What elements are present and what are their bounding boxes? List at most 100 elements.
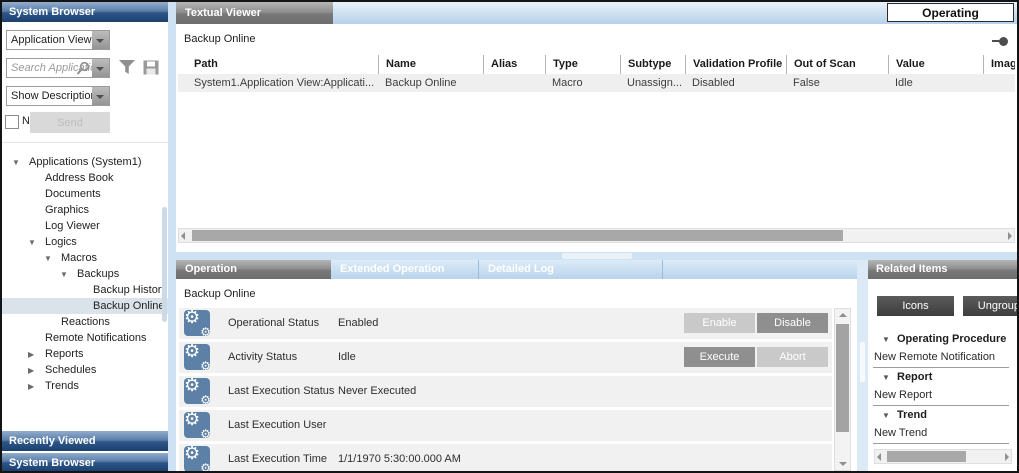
scrollbar-thumb[interactable] bbox=[192, 230, 843, 241]
description-selector-value: Show Description bbox=[7, 87, 92, 105]
send-button: Send bbox=[30, 112, 110, 133]
cell-type: Macro bbox=[545, 74, 620, 92]
tree-item-address-book[interactable]: Address Book bbox=[2, 170, 168, 186]
cell-alias bbox=[483, 74, 545, 92]
tree-item-reactions[interactable]: Reactions bbox=[2, 314, 168, 330]
chevron-down-icon[interactable] bbox=[92, 31, 109, 49]
chevron-down-icon[interactable]: ▼ bbox=[873, 330, 897, 349]
chevron-down-icon[interactable]: ▼ bbox=[60, 266, 77, 282]
recently-viewed-bar[interactable]: Recently Viewed bbox=[2, 431, 168, 451]
related-group-trend[interactable]: ▼Trend bbox=[873, 406, 1009, 425]
tab-operation[interactable]: Operation bbox=[176, 260, 331, 279]
save-icon[interactable] bbox=[143, 60, 160, 78]
gears-icon: ⚙⚙ bbox=[184, 412, 210, 438]
property-label: Operational Status bbox=[228, 308, 319, 339]
scroll-right-icon[interactable] bbox=[1008, 232, 1012, 240]
horizontal-scrollbar[interactable] bbox=[178, 228, 1015, 243]
chevron-down-icon[interactable]: ▼ bbox=[12, 154, 29, 170]
gear-glyph-large: ⚙ bbox=[184, 310, 200, 326]
related-group-label: Report bbox=[897, 371, 932, 383]
search-box[interactable] bbox=[6, 58, 110, 78]
column-header-alias[interactable]: Alias bbox=[483, 55, 545, 74]
operating-mode-button[interactable]: Operating bbox=[887, 3, 1014, 22]
horizontal-splitter[interactable] bbox=[176, 252, 1017, 260]
column-header-subtype[interactable]: Subtype bbox=[620, 55, 685, 74]
view-selector[interactable]: Application View bbox=[6, 30, 110, 50]
column-header-image[interactable]: Image bbox=[983, 55, 1015, 74]
vertical-splitter[interactable] bbox=[857, 260, 868, 471]
tree-item-macros[interactable]: ▼Macros bbox=[2, 250, 168, 266]
cell-image bbox=[983, 74, 1015, 92]
tree-item-backups[interactable]: ▼Backups bbox=[2, 266, 168, 282]
system-browser-bar[interactable]: System Browser bbox=[2, 453, 168, 471]
column-header-name[interactable]: Name bbox=[378, 55, 483, 74]
tree-item-applications-system1[interactable]: ▼Applications (System1) bbox=[2, 154, 168, 170]
sidebar-splitter[interactable] bbox=[168, 2, 176, 471]
object-name: Backup Online bbox=[184, 288, 256, 300]
scroll-up-icon[interactable] bbox=[839, 313, 847, 317]
execute-button[interactable]: Execute bbox=[684, 347, 755, 367]
tree-item-trends[interactable]: ▶Trends bbox=[2, 378, 168, 394]
property-value: Idle bbox=[338, 342, 356, 373]
related-group-report[interactable]: ▼Report bbox=[873, 368, 1009, 387]
chevron-down-icon[interactable]: ▼ bbox=[873, 406, 897, 425]
chevron-down-icon[interactable]: ▼ bbox=[44, 250, 61, 266]
scroll-right-icon[interactable] bbox=[1005, 453, 1009, 461]
description-selector[interactable]: Show Description bbox=[6, 86, 110, 106]
chevron-right-icon[interactable]: ▶ bbox=[28, 346, 45, 362]
column-header-type[interactable]: Type bbox=[545, 55, 620, 74]
related-item-new-report[interactable]: New Report bbox=[873, 387, 1009, 406]
tree-item-log-viewer[interactable]: Log Viewer bbox=[2, 218, 168, 234]
chevron-down-icon[interactable] bbox=[92, 87, 109, 105]
tree-item-schedules[interactable]: ▶Schedules bbox=[2, 362, 168, 378]
sidebar-scrollbar-thumb[interactable] bbox=[162, 207, 167, 322]
scrollbar-thumb[interactable] bbox=[887, 451, 966, 462]
table-row[interactable]: System1.Application View:Applicati...Bac… bbox=[178, 74, 1015, 92]
property-row-last-execution-user: ⚙⚙Last Execution User bbox=[179, 410, 832, 441]
chevron-down-icon[interactable]: ▼ bbox=[28, 234, 45, 250]
tree-item-documents[interactable]: Documents bbox=[2, 186, 168, 202]
tab-textual-viewer[interactable]: Textual Viewer bbox=[176, 2, 333, 24]
chevron-right-icon[interactable]: ▶ bbox=[28, 362, 45, 378]
gear-glyph-small: ⚙ bbox=[200, 428, 210, 438]
column-header-value[interactable]: Value bbox=[888, 55, 983, 74]
scroll-down-icon[interactable] bbox=[839, 462, 847, 466]
tree-item-graphics[interactable]: Graphics bbox=[2, 202, 168, 218]
splitter-grip[interactable] bbox=[860, 342, 865, 382]
related-item-new-remote-notification[interactable]: New Remote Notification bbox=[873, 349, 1009, 368]
column-header-path[interactable]: Path bbox=[178, 55, 378, 74]
tree-item-remote-notifications[interactable]: Remote Notifications bbox=[2, 330, 168, 346]
related-group-operating-procedure[interactable]: ▼Operating Procedure bbox=[873, 330, 1009, 349]
tree-indent-spacer bbox=[28, 170, 45, 186]
disable-button[interactable]: Disable bbox=[757, 313, 828, 333]
tree-indent-spacer bbox=[28, 218, 45, 234]
column-header-out-of-scan[interactable]: Out of Scan bbox=[786, 55, 888, 74]
filter-icon[interactable] bbox=[118, 59, 136, 78]
property-row-last-execution-status: ⚙⚙Last Execution StatusNever Executed bbox=[179, 376, 832, 407]
vertical-scrollbar[interactable] bbox=[834, 308, 851, 471]
cell-path: System1.Application View:Applicati... bbox=[178, 74, 378, 92]
scroll-left-icon[interactable] bbox=[181, 232, 185, 240]
column-header-validation-profile[interactable]: Validation Profile bbox=[685, 55, 786, 74]
tree-item-reports[interactable]: ▶Reports bbox=[2, 346, 168, 362]
chevron-down-icon[interactable] bbox=[92, 59, 109, 77]
splitter-grip[interactable] bbox=[562, 253, 632, 259]
pin-icon[interactable] bbox=[992, 37, 1008, 46]
cell-name: Backup Online bbox=[378, 74, 483, 92]
icons-view-button[interactable]: Icons bbox=[877, 296, 954, 316]
ungrouped-view-button[interactable]: Ungrouped bbox=[963, 296, 1017, 316]
tab-extended-operation[interactable]: Extended Operation bbox=[331, 260, 479, 279]
tree-item-backup-history[interactable]: Backup History bbox=[2, 282, 168, 298]
scrollbar-thumb[interactable] bbox=[836, 324, 849, 432]
chevron-right-icon[interactable]: ▶ bbox=[28, 378, 45, 394]
tab-detailed-log[interactable]: Detailed Log bbox=[479, 260, 663, 279]
chevron-down-icon[interactable]: ▼ bbox=[873, 368, 897, 387]
send-checkbox[interactable] bbox=[5, 115, 19, 129]
tree-indent-spacer bbox=[76, 298, 93, 314]
related-item-new-trend[interactable]: New Trend bbox=[873, 425, 1009, 444]
enable-button: Enable bbox=[684, 313, 755, 333]
tree-item-backup-online[interactable]: Backup Online bbox=[2, 298, 168, 314]
related-items-scrollbar[interactable] bbox=[874, 449, 1012, 464]
scroll-left-icon[interactable] bbox=[877, 453, 881, 461]
tree-item-logics[interactable]: ▼Logics bbox=[2, 234, 168, 250]
